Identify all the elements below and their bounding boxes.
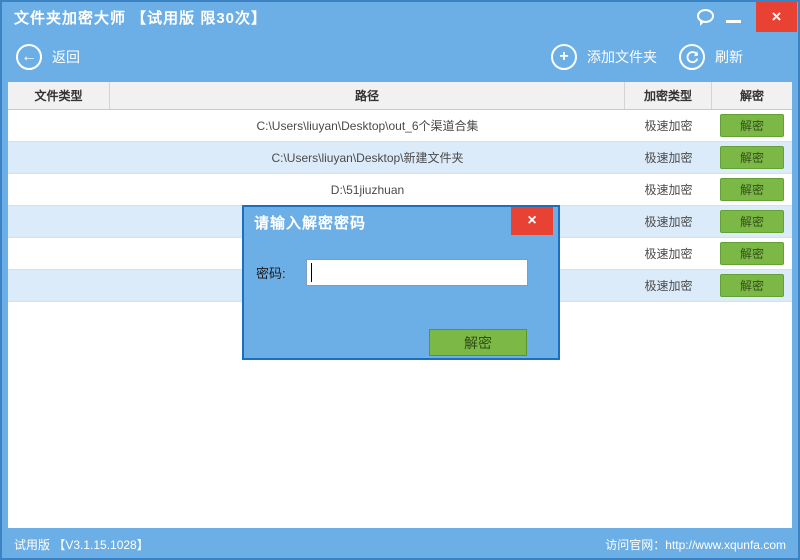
refresh-icon-glyph (685, 50, 700, 65)
password-input[interactable] (306, 259, 528, 286)
password-input-wrap (306, 259, 528, 286)
cell-enc-type: 极速加密 (625, 238, 712, 269)
decrypt-password-dialog: 请输入解密密码 × 密码: 解密 (242, 205, 560, 360)
cell-path: D:\51jiuzhuan (110, 174, 625, 205)
back-button[interactable]: ← 返回 (16, 32, 80, 82)
password-label: 密码: (256, 263, 306, 282)
column-header-decrypt: 解密 (712, 82, 792, 109)
dialog-title: 请输入解密密码 (254, 212, 366, 233)
cell-enc-type: 极速加密 (625, 110, 712, 141)
dialog-close-button[interactable]: × (511, 207, 553, 235)
dialog-decrypt-button[interactable]: 解密 (429, 329, 527, 356)
table-row[interactable]: D:\51jiuzhuan 极速加密 解密 (8, 174, 792, 206)
table-row[interactable]: C:\Users\liuyan\Desktop\out_6个渠道合集 极速加密 … (8, 110, 792, 142)
cell-enc-type: 极速加密 (625, 270, 712, 301)
app-window: 文件夹加密大师 【试用版 限30次】 × ← 返回 + 添加文件夹 刷新 文件 (0, 0, 800, 560)
text-caret (311, 263, 312, 282)
cell-path: C:\Users\liuyan\Desktop\out_6个渠道合集 (110, 110, 625, 141)
window-title: 文件夹加密大师 【试用版 限30次】 (14, 7, 267, 28)
cell-path: C:\Users\liuyan\Desktop\新建文件夹 (110, 142, 625, 173)
official-site-link[interactable]: 访问官网：http://www.xqunfa.com (605, 536, 786, 553)
refresh-label[interactable]: 刷新 (715, 47, 743, 67)
row-decrypt-button[interactable]: 解密 (720, 274, 784, 297)
title-bar: 文件夹加密大师 【试用版 限30次】 × (2, 2, 798, 32)
row-decrypt-button[interactable]: 解密 (720, 210, 784, 233)
close-button[interactable]: × (756, 2, 797, 32)
minimize-icon (726, 20, 741, 23)
back-arrow-icon: ← (16, 44, 42, 70)
cell-file-type (8, 142, 110, 173)
toolbar: ← 返回 + 添加文件夹 刷新 (2, 32, 798, 82)
back-label: 返回 (52, 47, 80, 67)
table-header: 文件类型 路径 加密类型 解密 (8, 82, 792, 110)
row-decrypt-button[interactable]: 解密 (720, 178, 784, 201)
row-decrypt-button[interactable]: 解密 (720, 242, 784, 265)
row-decrypt-button[interactable]: 解密 (720, 146, 784, 169)
add-folder-icon[interactable]: + (551, 44, 577, 70)
add-folder-label[interactable]: 添加文件夹 (587, 47, 657, 67)
cell-enc-type: 极速加密 (625, 206, 712, 237)
cell-file-type (8, 206, 110, 237)
cell-file-type (8, 174, 110, 205)
cell-file-type (8, 110, 110, 141)
table-row[interactable]: C:\Users\liuyan\Desktop\新建文件夹 极速加密 解密 (8, 142, 792, 174)
toolbar-right-group: + 添加文件夹 刷新 (551, 32, 743, 82)
version-text: 试用版 【V3.1.15.1028】 (14, 536, 149, 553)
password-field-row: 密码: (256, 259, 528, 286)
cell-file-type (8, 270, 110, 301)
row-decrypt-button[interactable]: 解密 (720, 114, 784, 137)
column-header-file-type: 文件类型 (8, 82, 110, 109)
status-bar: 试用版 【V3.1.15.1028】 访问官网：http://www.xqunf… (2, 530, 798, 558)
refresh-icon[interactable] (679, 44, 705, 70)
cell-file-type (8, 238, 110, 269)
column-header-path: 路径 (110, 82, 625, 109)
cell-enc-type: 极速加密 (625, 174, 712, 205)
column-header-enc-type: 加密类型 (625, 82, 712, 109)
feedback-bubble-icon[interactable] (697, 9, 714, 23)
cell-enc-type: 极速加密 (625, 142, 712, 173)
minimize-button[interactable] (722, 2, 746, 30)
